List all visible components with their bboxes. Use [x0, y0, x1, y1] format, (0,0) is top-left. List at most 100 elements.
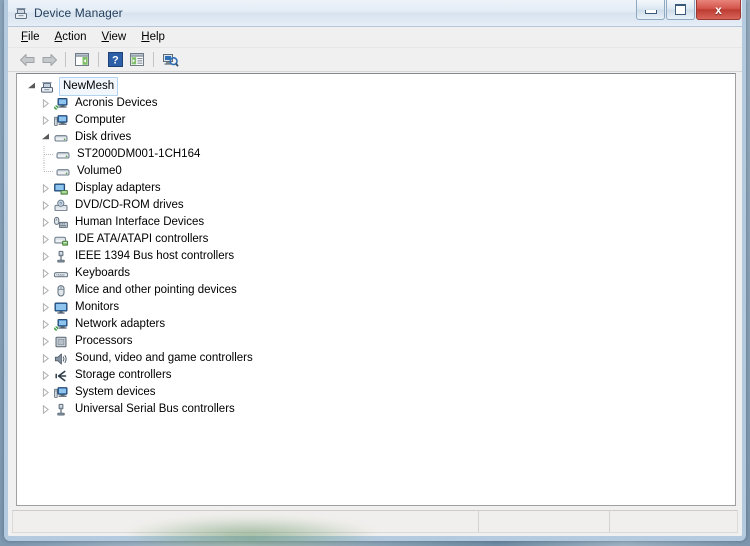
- menu-view[interactable]: View: [95, 29, 135, 45]
- status-bar-second-pane: [478, 511, 609, 532]
- expander-expand-icon[interactable]: [37, 283, 53, 299]
- expander-expand-icon[interactable]: [37, 351, 53, 367]
- expander-expand-icon[interactable]: [37, 368, 53, 384]
- caption-button-group: x: [635, 0, 741, 21]
- computer-root-icon: [39, 79, 55, 95]
- keyboard-icon: [53, 266, 69, 282]
- tree-item-human-interface-devices[interactable]: Human Interface Devices: [23, 214, 735, 231]
- device-manager-icon: [13, 5, 29, 21]
- tree-item-mice-and-other-pointing-devices[interactable]: Mice and other pointing devices: [23, 282, 735, 299]
- tree-item-disk-drives[interactable]: Disk drives: [23, 129, 735, 146]
- arrow-right-icon: [42, 53, 57, 66]
- desktop-background: Device Manager x File Action View Help ?…: [0, 0, 750, 546]
- tree-item-network-adapters[interactable]: Network adapters: [23, 316, 735, 333]
- tree-item-label: Sound, video and game controllers: [75, 352, 253, 364]
- menu-file-label: ile: [28, 31, 40, 43]
- disk-drive-icon: [55, 147, 71, 163]
- help-button[interactable]: ?: [104, 50, 126, 70]
- toolbar: ?: [8, 48, 742, 72]
- display-adapter-icon: [53, 181, 69, 197]
- menu-file[interactable]: File: [14, 29, 48, 45]
- close-button[interactable]: x: [696, 0, 741, 20]
- tree-item-label: IDE ATA/ATAPI controllers: [75, 233, 209, 245]
- tree-item-label: IEEE 1394 Bus host controllers: [75, 250, 235, 262]
- forward-button[interactable]: [38, 50, 60, 70]
- close-icon: x: [715, 2, 722, 17]
- expander-expand-icon[interactable]: [37, 385, 53, 401]
- sound-icon: [53, 351, 69, 367]
- dvd-drive-icon: [53, 198, 69, 214]
- tree-item-storage-controllers[interactable]: Storage controllers: [23, 367, 735, 384]
- expander-expand-icon[interactable]: [37, 215, 53, 231]
- tree-item-acronis-devices[interactable]: Acronis Devices: [23, 95, 735, 112]
- tree-root-newmesh[interactable]: NewMesh: [23, 77, 735, 96]
- tree-item-label: Keyboards: [75, 267, 130, 279]
- system-device-icon: [53, 385, 69, 401]
- tree-item-universal-serial-bus-controllers[interactable]: Universal Serial Bus controllers: [23, 401, 735, 418]
- maximize-icon: [675, 4, 686, 15]
- minimize-icon: [644, 10, 657, 14]
- expander-expand-icon[interactable]: [37, 198, 53, 214]
- expander-expand-icon[interactable]: [37, 232, 53, 248]
- expander-expand-icon[interactable]: [37, 300, 53, 316]
- tree-item-ieee-1394-bus-host-controllers[interactable]: IEEE 1394 Bus host controllers: [23, 248, 735, 265]
- disk-drive-icon: [53, 130, 69, 146]
- arrow-left-icon: [19, 53, 34, 66]
- tree-item-volume0[interactable]: Volume0: [23, 163, 735, 180]
- status-bar-main-pane: [13, 511, 478, 532]
- expander-expand-icon[interactable]: [37, 96, 53, 112]
- ieee1394-icon: [53, 249, 69, 265]
- tree-item-computer[interactable]: Computer: [23, 112, 735, 129]
- expander-expand-icon[interactable]: [37, 181, 53, 197]
- expander-expand-icon[interactable]: [37, 402, 53, 418]
- svg-text:?: ?: [112, 55, 119, 67]
- ide-controller-icon: [53, 232, 69, 248]
- maximize-button[interactable]: [666, 0, 695, 20]
- device-tree: NewMesh Acronis Devices Computer Disk dr…: [17, 74, 735, 418]
- device-manager-window: Device Manager x File Action View Help ?…: [4, 0, 746, 541]
- tree-item-ide-ata-atapi-controllers[interactable]: IDE ATA/ATAPI controllers: [23, 231, 735, 248]
- show-hide-console-tree-button[interactable]: [71, 50, 93, 70]
- tree-item-sound-video-and-game-controllers[interactable]: Sound, video and game controllers: [23, 350, 735, 367]
- tree-item-label: Processors: [75, 335, 133, 347]
- tree-item-label: Display adapters: [75, 182, 161, 194]
- tree-item-keyboards[interactable]: Keyboards: [23, 265, 735, 282]
- tree-item-processors[interactable]: Processors: [23, 333, 735, 350]
- monitor-icon: [53, 300, 69, 316]
- tree-item-display-adapters[interactable]: Display adapters: [23, 180, 735, 197]
- tree-item-label: DVD/CD-ROM drives: [75, 199, 184, 211]
- toolbar-separator-2: [98, 52, 99, 67]
- expander-collapse-icon[interactable]: [23, 79, 39, 95]
- scan-hardware-icon: [162, 53, 179, 67]
- expander-expand-icon[interactable]: [37, 113, 53, 129]
- minimize-button[interactable]: [636, 0, 665, 20]
- toolbar-separator-1: [65, 52, 66, 67]
- expander-expand-icon[interactable]: [37, 266, 53, 282]
- title-bar[interactable]: Device Manager x: [8, 0, 742, 27]
- status-bar: [12, 510, 738, 533]
- menu-view-label: iew: [108, 31, 127, 43]
- tree-item-st2000dm001-1ch164[interactable]: ST2000DM001-1CH164: [23, 146, 735, 163]
- tree-item-system-devices[interactable]: System devices: [23, 384, 735, 401]
- back-button[interactable]: [16, 50, 38, 70]
- tree-item-label: Volume0: [77, 165, 122, 177]
- expander-collapse-icon[interactable]: [37, 130, 53, 146]
- disk-drive-icon: [55, 164, 71, 180]
- menu-help[interactable]: Help: [134, 29, 173, 45]
- mouse-icon: [53, 283, 69, 299]
- tree-item-dvd-cdrom-drives[interactable]: DVD/CD-ROM drives: [23, 197, 735, 214]
- expander-expand-icon[interactable]: [37, 334, 53, 350]
- expander-expand-icon[interactable]: [37, 317, 53, 333]
- scan-for-hardware-changes-button[interactable]: [159, 50, 181, 70]
- menu-action[interactable]: Action: [48, 29, 95, 45]
- tree-item-label: Network adapters: [75, 318, 166, 330]
- tree-item-monitors[interactable]: Monitors: [23, 299, 735, 316]
- tree-item-label: Universal Serial Bus controllers: [75, 403, 235, 415]
- expander-expand-icon[interactable]: [37, 249, 53, 265]
- tree-root-label: NewMesh: [59, 77, 119, 96]
- properties-button[interactable]: [126, 50, 148, 70]
- properties-icon: [130, 53, 144, 66]
- device-tree-panel[interactable]: NewMesh Acronis Devices Computer Disk dr…: [16, 73, 736, 506]
- tree-item-label: Storage controllers: [75, 369, 172, 381]
- tree-item-label: Human Interface Devices: [75, 216, 205, 228]
